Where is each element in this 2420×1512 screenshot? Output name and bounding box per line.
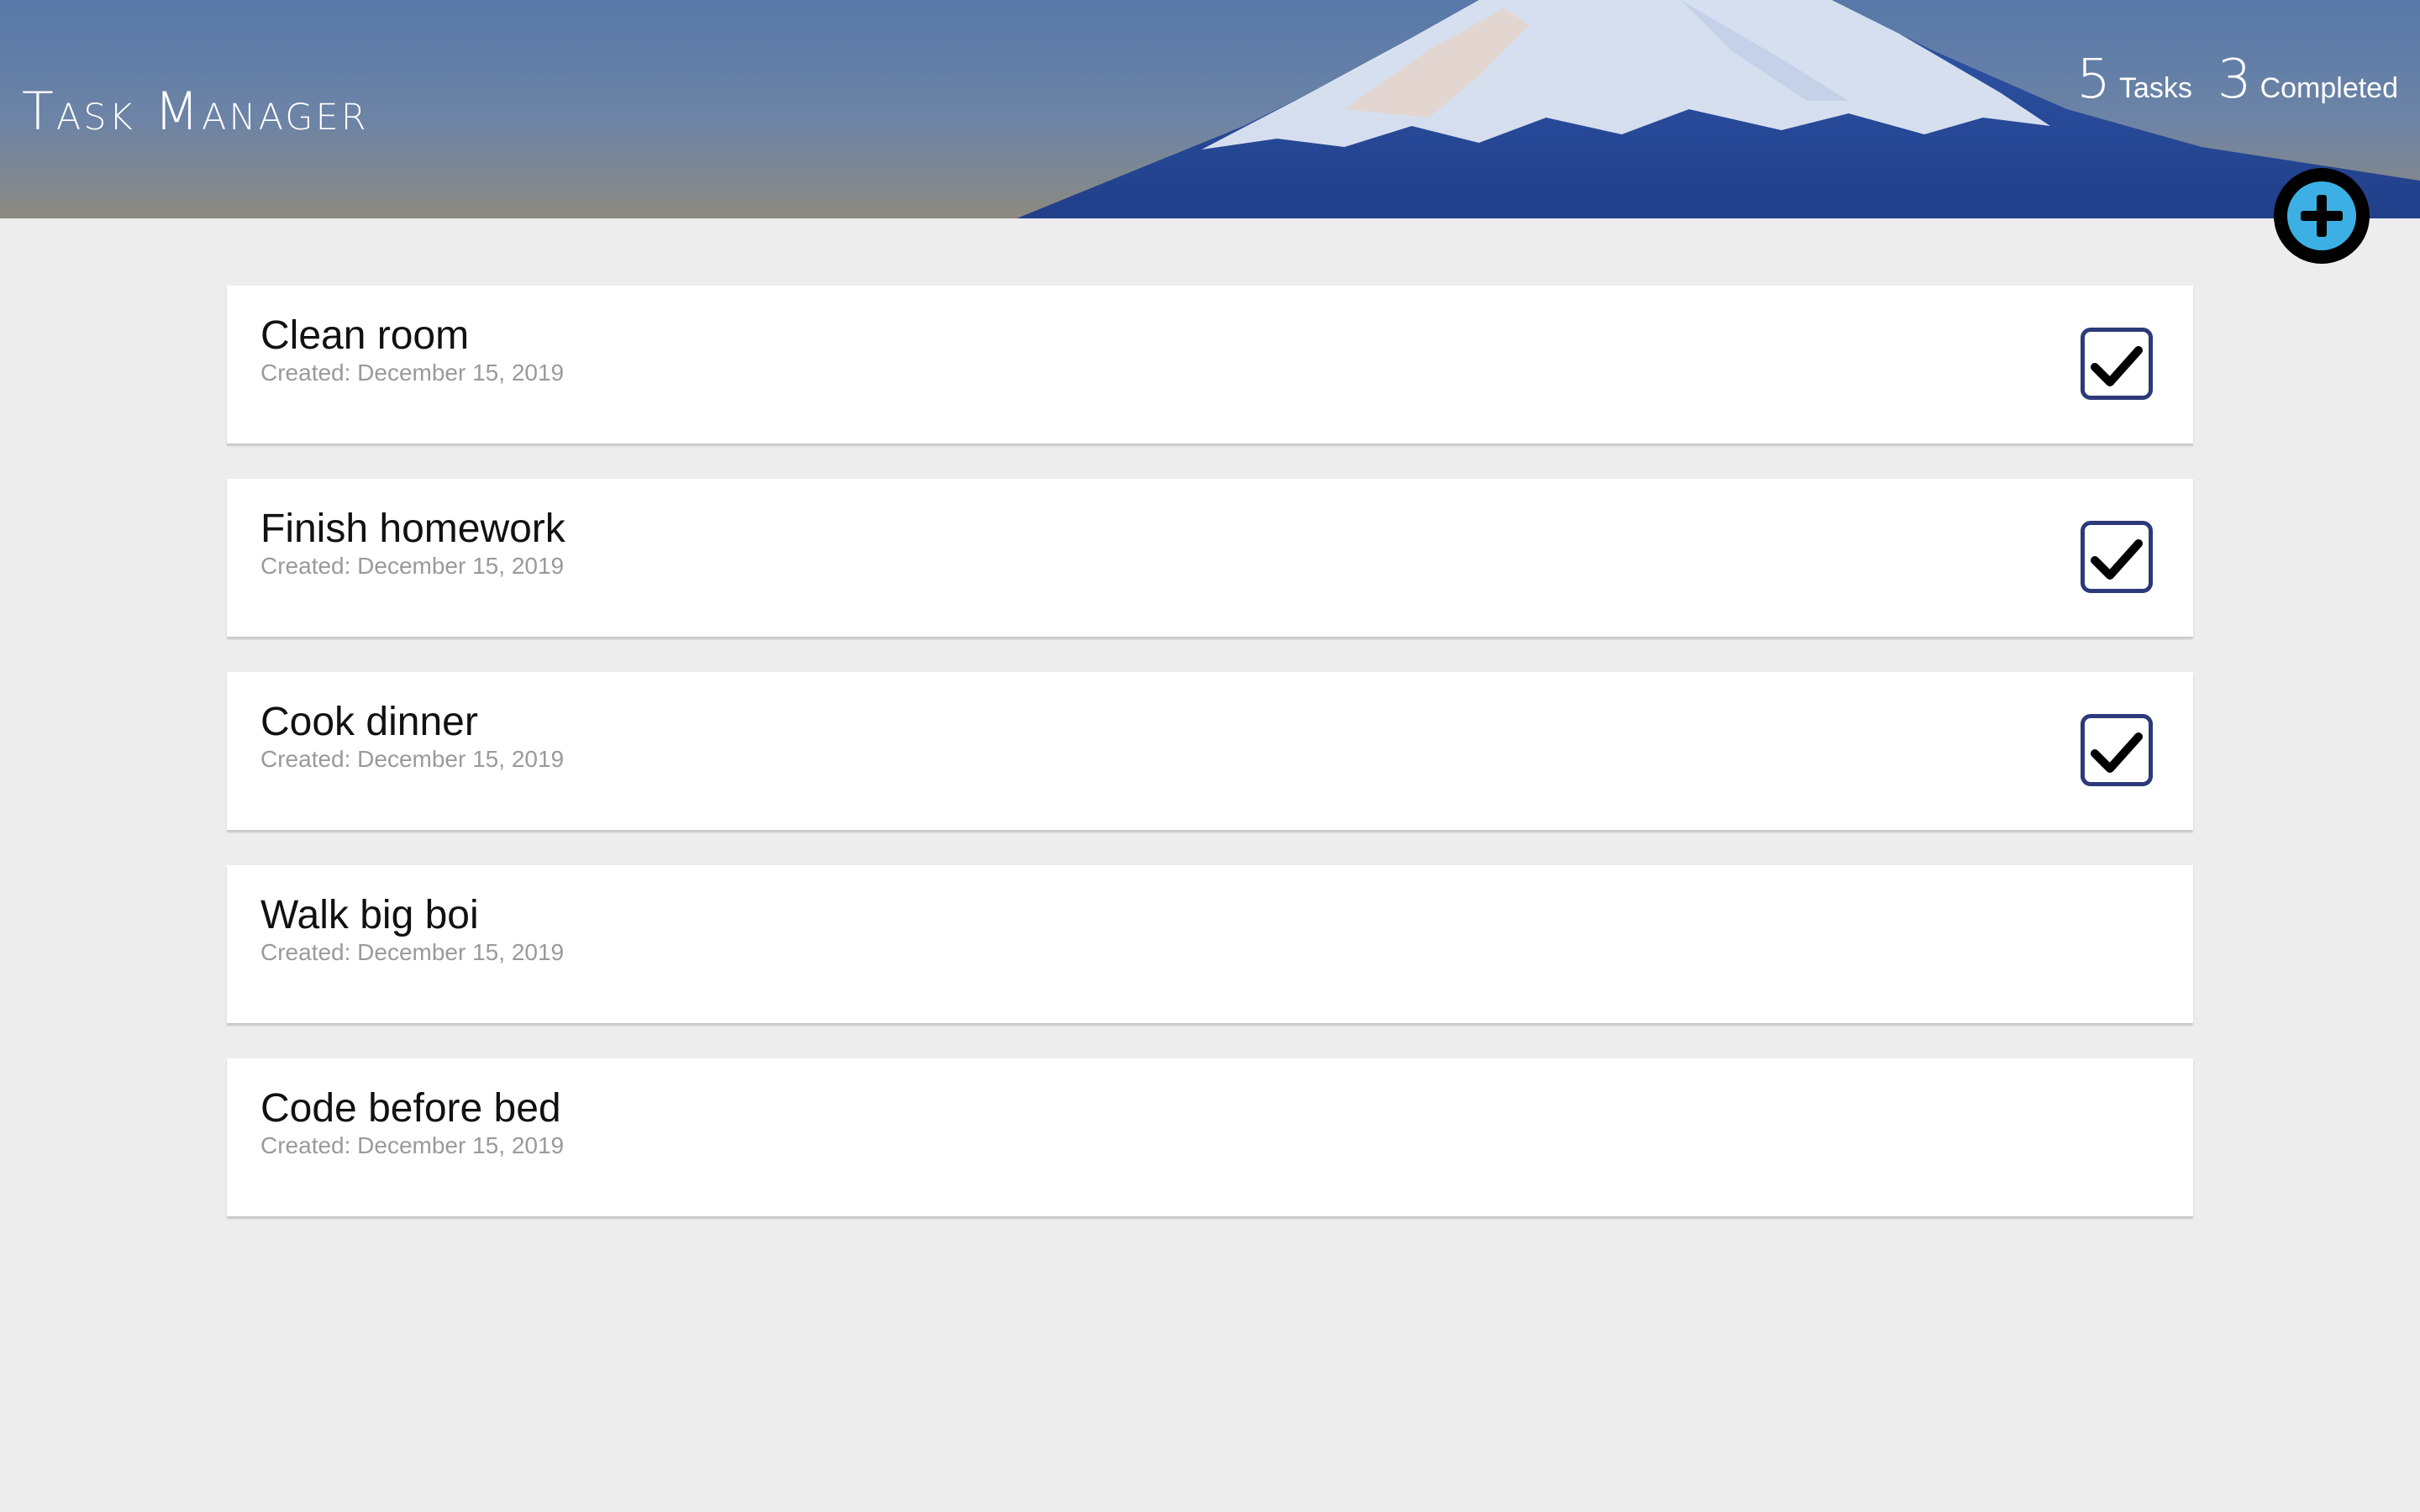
task-created-date: Created: December 15, 2019 — [260, 939, 565, 965]
task-complete-checkbox[interactable] — [2081, 714, 2153, 786]
task-created-date: Created: December 15, 2019 — [260, 553, 565, 579]
task-title: Walk big boi — [260, 893, 479, 937]
task-created-date: Created: December 15, 2019 — [260, 746, 565, 772]
completed-label: Completed — [2260, 72, 2398, 104]
completed-count: 3 — [2217, 49, 2252, 111]
task-item[interactable]: Clean room Created: December 15, 2019 — [227, 286, 2193, 444]
task-complete-checkbox[interactable] — [2081, 521, 2153, 593]
plus-circle-icon — [2287, 181, 2356, 250]
task-complete-checkbox[interactable] — [2081, 328, 2153, 400]
task-title: Clean room — [260, 313, 470, 358]
task-title: Code before bed — [260, 1086, 561, 1131]
checkmark-icon — [2091, 539, 2143, 580]
tasks-label: Tasks — [2118, 72, 2192, 104]
task-item[interactable]: Finish homework Created: December 15, 20… — [227, 479, 2193, 637]
task-title: Cook dinner — [260, 700, 478, 744]
header-banner: Task Manager 5 Tasks 3 Completed — [0, 0, 2420, 218]
task-title: Finish homework — [260, 507, 566, 551]
task-item[interactable]: Walk big boi Created: December 15, 2019 — [227, 865, 2193, 1023]
task-created-date: Created: December 15, 2019 — [260, 1132, 565, 1158]
task-list: Clean room Created: December 15, 2019 Fi… — [227, 286, 2193, 1252]
tasks-stat: 5 Tasks — [2076, 49, 2192, 111]
checkmark-icon — [2091, 732, 2143, 773]
completed-stat: 3 Completed — [2217, 49, 2398, 111]
tasks-count: 5 — [2076, 49, 2111, 111]
task-created-date: Created: December 15, 2019 — [260, 360, 565, 386]
task-item[interactable]: Cook dinner Created: December 15, 2019 — [227, 672, 2193, 830]
task-item[interactable]: Code before bed Created: December 15, 20… — [227, 1058, 2193, 1216]
app-title: Task Manager — [22, 81, 369, 142]
checkmark-icon — [2091, 346, 2143, 386]
task-stats: 5 Tasks 3 Completed — [2051, 49, 2398, 111]
add-task-button[interactable] — [2274, 168, 2370, 264]
